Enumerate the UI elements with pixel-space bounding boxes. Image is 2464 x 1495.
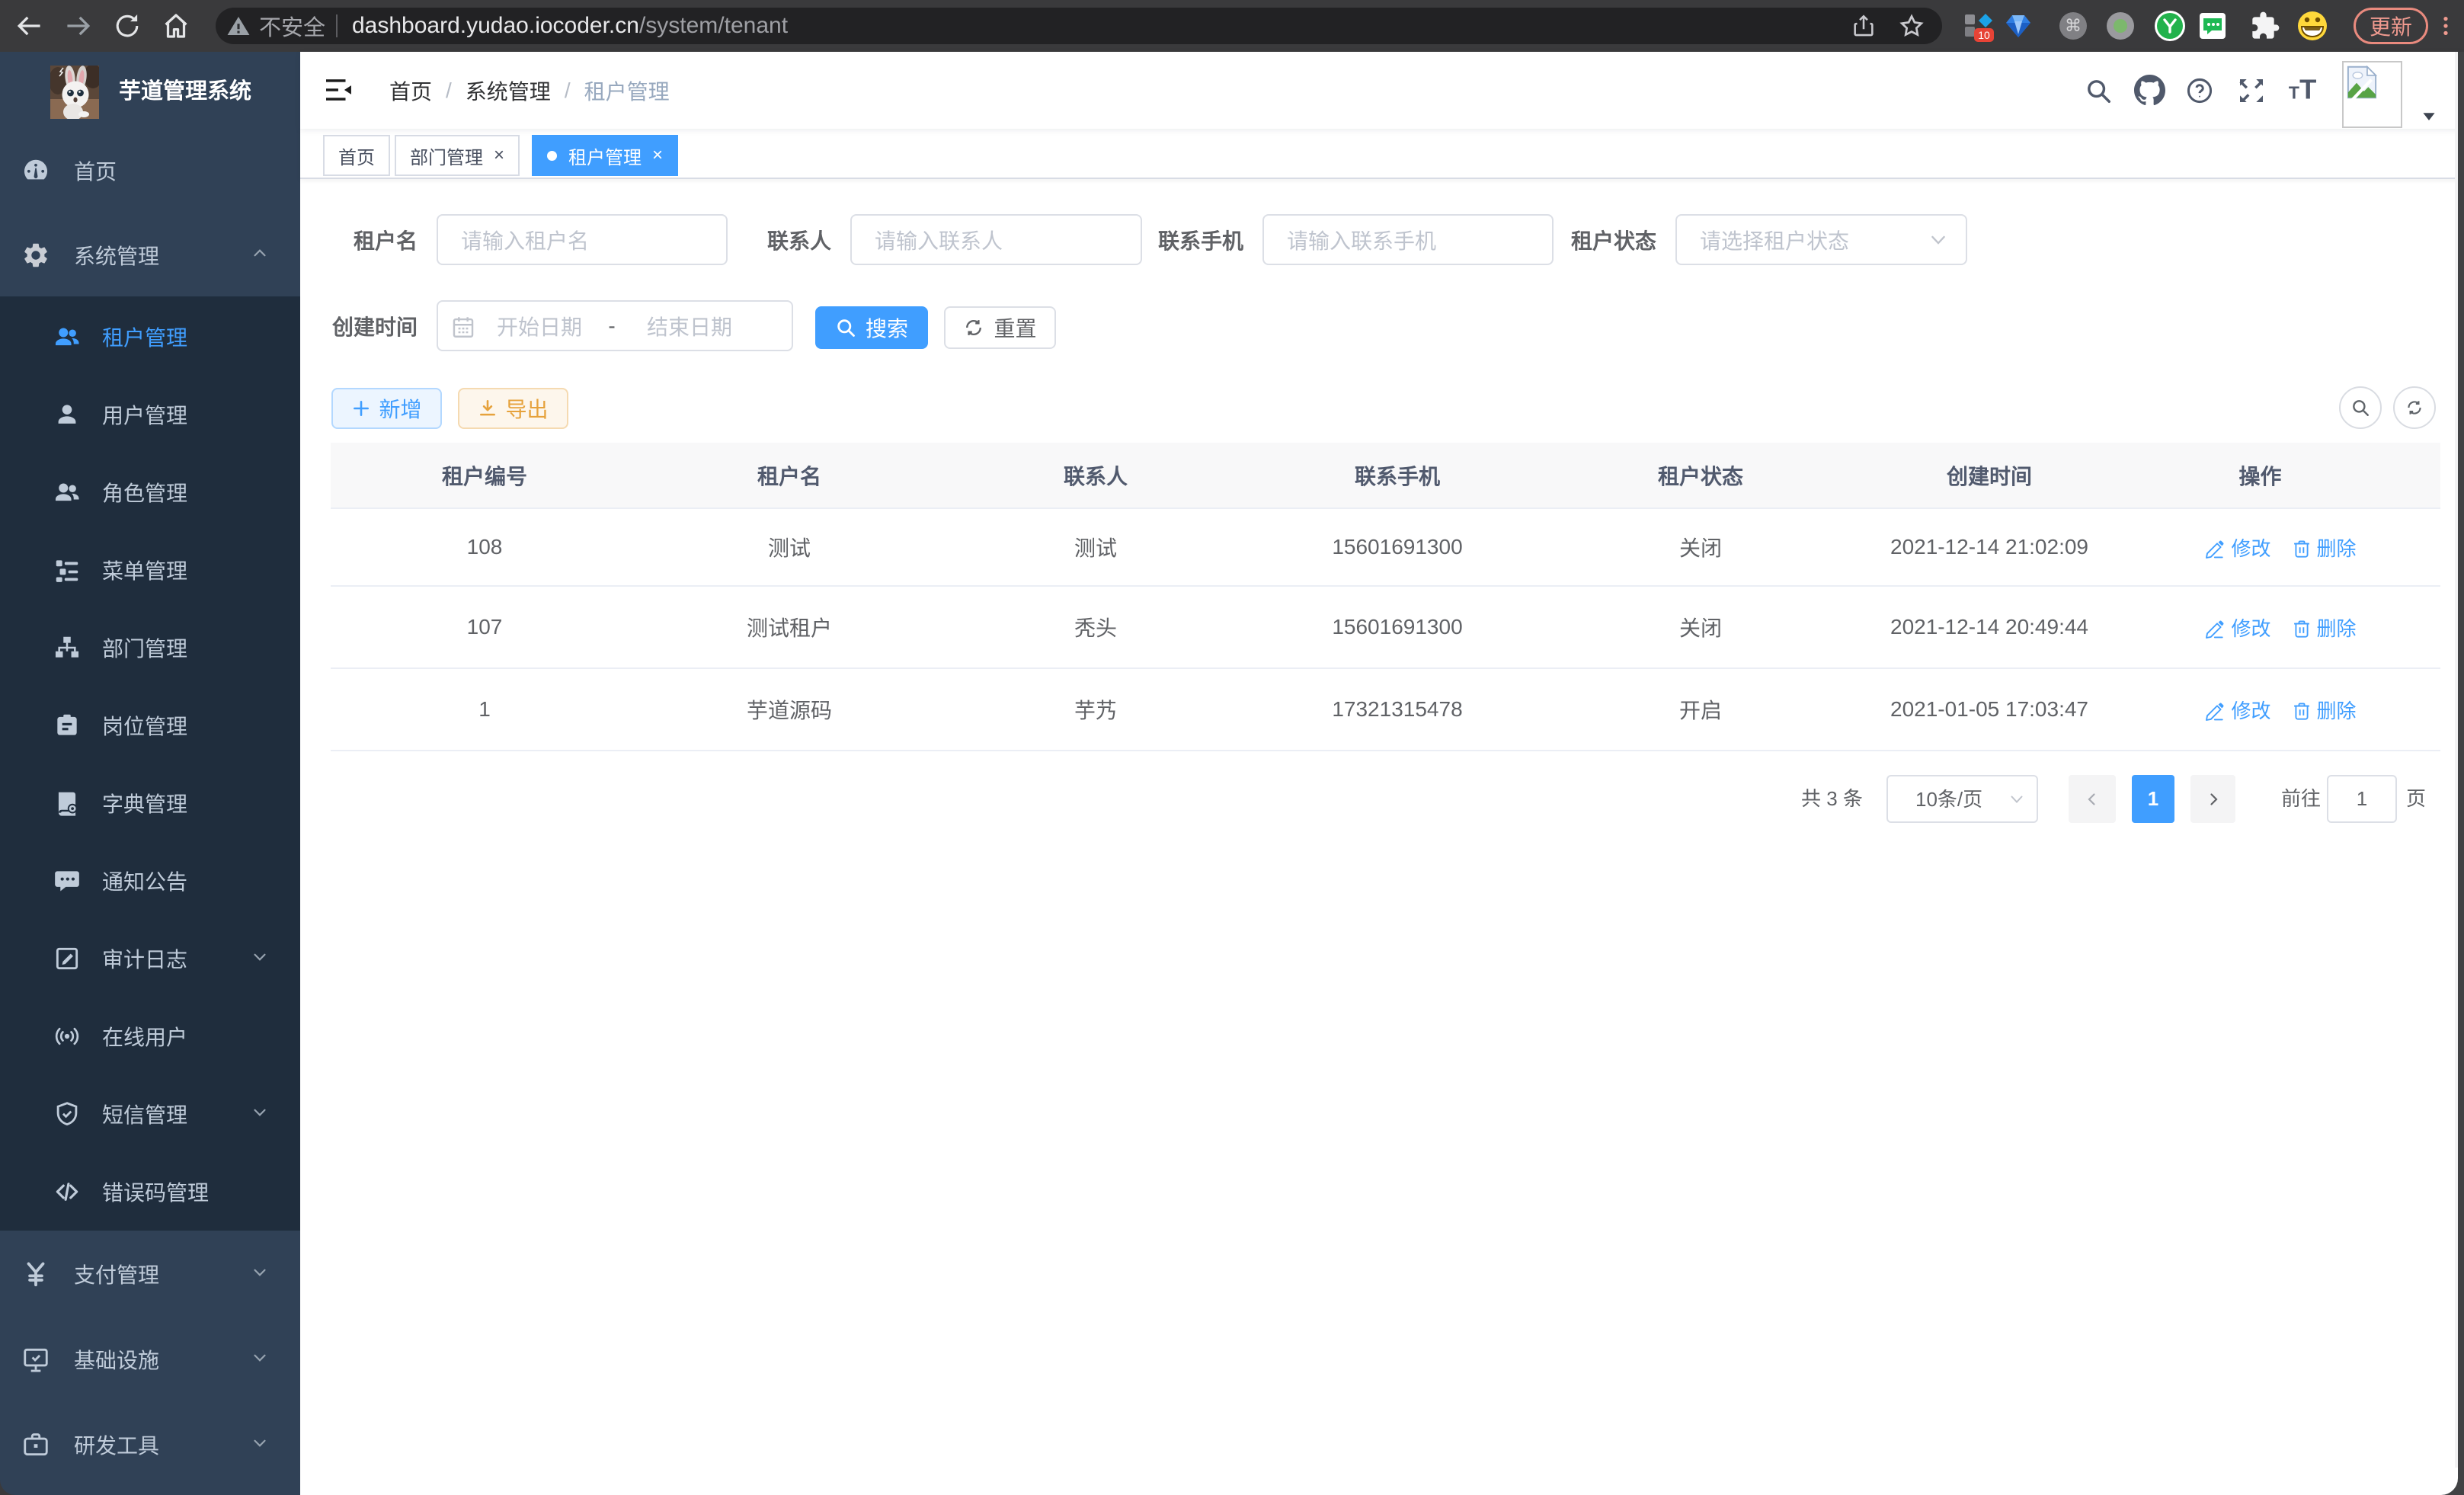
svg-text:⌘: ⌘: [2065, 16, 2082, 35]
svg-text:T: T: [2289, 82, 2299, 102]
svg-text:10: 10: [1978, 29, 1990, 41]
svg-text:T: T: [2299, 73, 2316, 104]
